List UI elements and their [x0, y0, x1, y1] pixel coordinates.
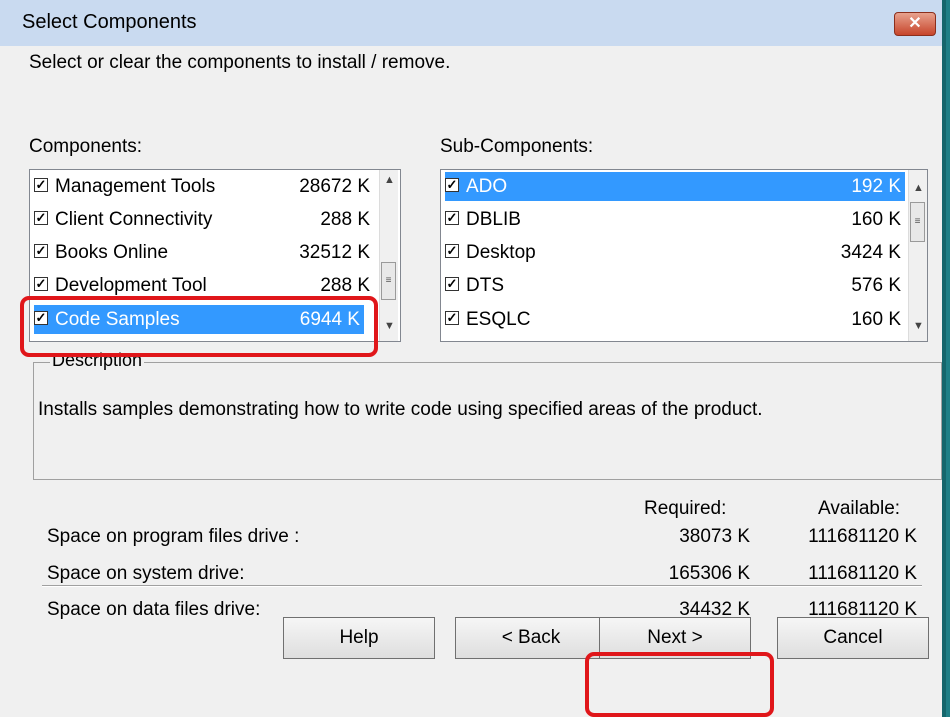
required-header: Required: [644, 498, 727, 519]
scroll-up-icon[interactable]: ▲ [384, 174, 395, 186]
back-button[interactable]: < Back [455, 617, 607, 659]
components-scrollbar[interactable]: ▲ ≡ ▼ [379, 170, 398, 341]
description-text: Installs samples demonstrating how to wr… [38, 399, 763, 420]
scroll-down-icon[interactable]: ▼ [913, 320, 924, 332]
checkbox-checked-icon[interactable]: ✓ [445, 244, 459, 258]
instructions-text: Select or clear the components to instal… [29, 52, 451, 73]
list-item[interactable]: ✓ ESQLC 160 K [445, 305, 905, 334]
divider [42, 585, 922, 587]
scroll-up-icon[interactable]: ▲ [913, 182, 924, 194]
list-item[interactable]: ✓ Books Online 32512 K [34, 238, 374, 267]
subcomponents-list[interactable]: ✓ ADO 192 K ✓ DBLIB 160 K ✓ Desktop 3424… [440, 169, 928, 342]
scroll-down-icon[interactable]: ▼ [384, 320, 395, 332]
list-item-selected[interactable]: ✓ ADO 192 K [445, 172, 905, 201]
subcomponents-scrollbar[interactable]: ▲ ≡ ▼ [908, 170, 927, 341]
close-icon: ✕ [908, 15, 922, 32]
list-item[interactable]: ✓ Development Tool 288 K [34, 271, 374, 300]
checkbox-checked-icon[interactable]: ✓ [34, 211, 48, 225]
checkbox-checked-icon[interactable]: ✓ [34, 277, 48, 291]
checkbox-checked-icon[interactable]: ✓ [34, 311, 48, 325]
help-button[interactable]: Help [283, 617, 435, 659]
next-button[interactable]: Next > [599, 617, 751, 659]
scroll-thumb[interactable]: ≡ [910, 202, 925, 242]
subcomponents-label: Sub-Components: [440, 136, 594, 157]
space-row-program-files: Space on program files drive : 38073 K 1… [47, 526, 917, 547]
list-item[interactable]: ✓ Client Connectivity 288 K [34, 205, 374, 234]
close-button[interactable]: ✕ [894, 12, 936, 36]
available-header: Available: [818, 498, 901, 519]
components-list[interactable]: ✓ Management Tools 28672 K ✓ Client Conn… [29, 169, 401, 342]
checkbox-checked-icon[interactable]: ✓ [34, 244, 48, 258]
window-title: Select Components [22, 11, 197, 33]
components-label: Components: [29, 136, 143, 157]
list-item[interactable]: ✓ Desktop 3424 K [445, 238, 905, 267]
checkbox-checked-icon[interactable]: ✓ [445, 311, 459, 325]
checkbox-checked-icon[interactable]: ✓ [34, 178, 48, 192]
cancel-button[interactable]: Cancel [777, 617, 929, 659]
checkbox-checked-icon[interactable]: ✓ [445, 211, 459, 225]
list-item[interactable]: ✓ DTS 576 K [445, 271, 905, 300]
checkbox-checked-icon[interactable]: ✓ [445, 277, 459, 291]
list-item[interactable]: ✓ Management Tools 28672 K [34, 172, 374, 201]
description-group: Description Installs samples demonstrati… [33, 350, 942, 480]
dialog-window: Select Components ✕ Select or clear the … [0, 0, 946, 717]
scroll-thumb[interactable]: ≡ [381, 262, 396, 300]
title-bar[interactable]: Select Components ✕ [0, 0, 942, 47]
checkbox-checked-icon[interactable]: ✓ [445, 178, 459, 192]
list-item[interactable]: ✓ DBLIB 160 K [445, 205, 905, 234]
list-item-selected[interactable]: ✓ Code Samples 6944 K [34, 305, 364, 334]
description-legend: Description [50, 350, 145, 371]
